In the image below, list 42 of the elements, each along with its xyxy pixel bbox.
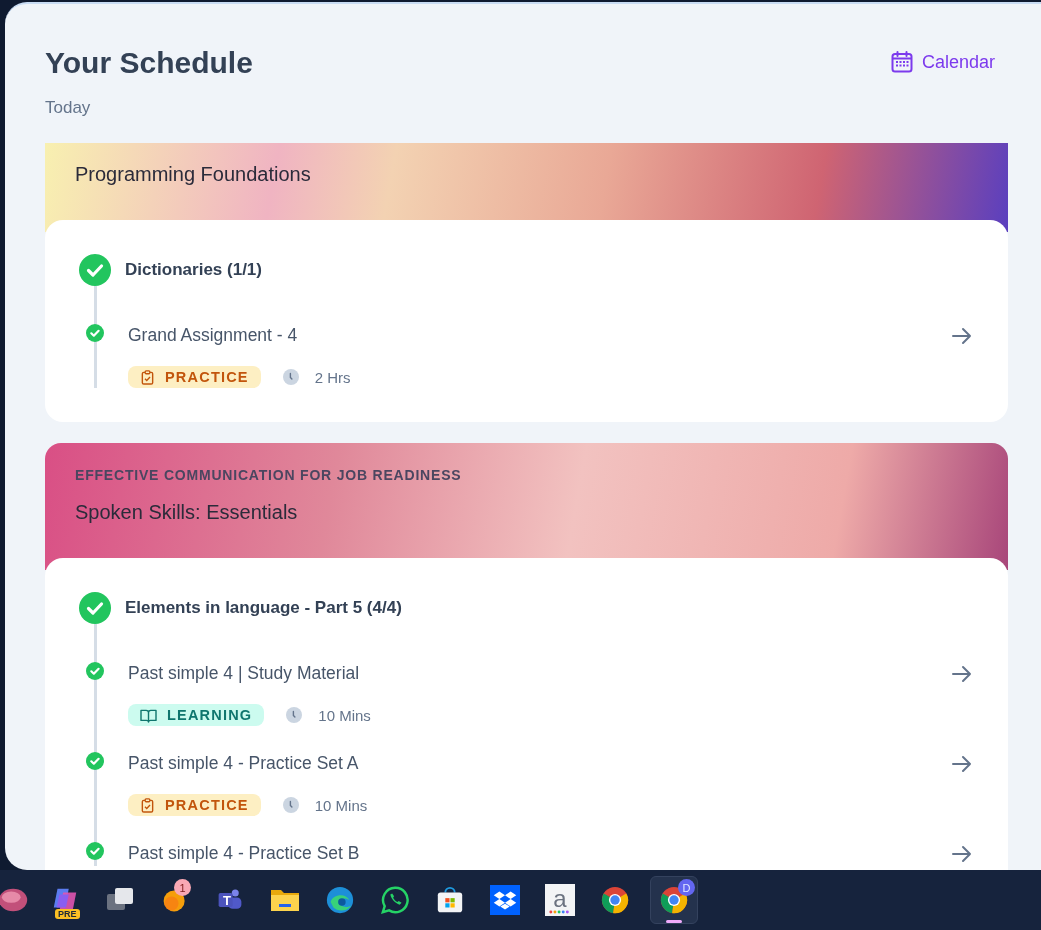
activity-title[interactable]: Past simple 4 | Study Material bbox=[128, 662, 360, 684]
duration-label: 2 Hrs bbox=[314, 368, 351, 386]
clipboard-check-icon bbox=[140, 797, 155, 813]
activity-title[interactable]: Past simple 4 - Practice Set B bbox=[128, 842, 360, 864]
activity-type-tag: PRACTICE bbox=[128, 794, 261, 816]
chat-phone-icon bbox=[380, 885, 410, 915]
browser-icon bbox=[659, 885, 689, 915]
taskbar-app-button[interactable]: a bbox=[540, 877, 580, 923]
topic-title: Elements in language - Part 5 (4/4) bbox=[125, 598, 402, 618]
shopping-bag-icon bbox=[435, 885, 465, 915]
letter-app-icon: a bbox=[545, 884, 575, 916]
duration-label: 10 Mins bbox=[314, 796, 368, 814]
activity-title[interactable]: Grand Assignment - 4 bbox=[128, 324, 298, 346]
preview-badge: PRE bbox=[55, 909, 80, 919]
activity-type-tag: PRACTICE bbox=[128, 366, 261, 388]
taskbar-app-button[interactable]: T bbox=[210, 877, 250, 923]
clock-icon bbox=[282, 797, 299, 813]
course-title: Spoken Skills: Essentials bbox=[75, 501, 299, 524]
active-indicator bbox=[666, 920, 682, 923]
course-title: Programming Foundations bbox=[75, 163, 312, 186]
profile-badge: D bbox=[678, 879, 695, 896]
app-letter: T bbox=[223, 893, 231, 908]
taskbar-app-button[interactable]: D bbox=[650, 876, 698, 924]
topic-title: Dictionaries (1/1) bbox=[125, 260, 262, 280]
clipboard-check-icon bbox=[140, 369, 155, 385]
course-category: EFFECTIVE COMMUNICATION FOR JOB READINESS bbox=[75, 467, 463, 483]
book-icon bbox=[140, 707, 157, 723]
calendar-link[interactable]: Calendar bbox=[889, 50, 995, 74]
wave-circle-icon bbox=[325, 885, 355, 915]
clock-icon bbox=[282, 369, 299, 385]
taskbar-app-button[interactable]: PRE bbox=[45, 877, 85, 923]
activity-title[interactable]: Past simple 4 - Practice Set A bbox=[128, 752, 359, 774]
page-title: Your Schedule bbox=[45, 46, 253, 80]
taskbar-app-button[interactable]: 1 bbox=[155, 877, 195, 923]
clock-icon bbox=[286, 707, 303, 723]
browser-icon bbox=[600, 885, 630, 915]
date-label: Today bbox=[45, 98, 92, 118]
activity-type-tag: LEARNING bbox=[128, 704, 265, 726]
notification-badge: 1 bbox=[174, 879, 191, 896]
duration-label: 10 Mins bbox=[318, 706, 371, 724]
calendar-icon bbox=[889, 50, 914, 74]
box-app-icon bbox=[490, 885, 520, 915]
